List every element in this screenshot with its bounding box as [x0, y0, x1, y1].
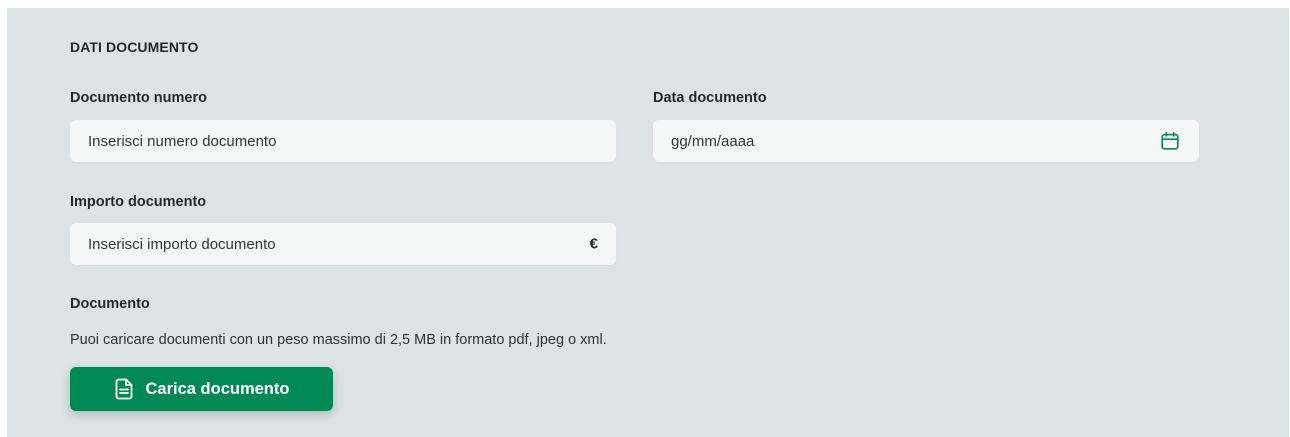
- document-amount-input[interactable]: [88, 235, 598, 253]
- document-date-field[interactable]: [653, 120, 1199, 162]
- upload-hint: Puoi caricare documenti con un peso mass…: [70, 332, 607, 348]
- upload-document-button[interactable]: Carica documento: [70, 367, 333, 411]
- document-number-field[interactable]: [70, 120, 616, 162]
- document-amount-field[interactable]: €: [70, 223, 616, 265]
- document-date-label: Data documento: [653, 90, 767, 106]
- document-amount-label: Importo documento: [70, 194, 207, 210]
- document-upload-label: Documento: [70, 296, 150, 312]
- document-number-label: Documento numero: [70, 90, 207, 106]
- calendar-icon[interactable]: [1159, 130, 1181, 152]
- upload-document-button-label: Carica documento: [145, 379, 290, 398]
- document-number-input[interactable]: [88, 132, 598, 150]
- euro-icon: €: [589, 235, 598, 253]
- section-title: DATI DOCUMENTO: [70, 39, 199, 55]
- document-date-input[interactable]: [671, 132, 1181, 150]
- document-data-panel: DATI DOCUMENTO Documento numero Data doc…: [7, 8, 1289, 437]
- file-text-icon: [114, 378, 134, 400]
